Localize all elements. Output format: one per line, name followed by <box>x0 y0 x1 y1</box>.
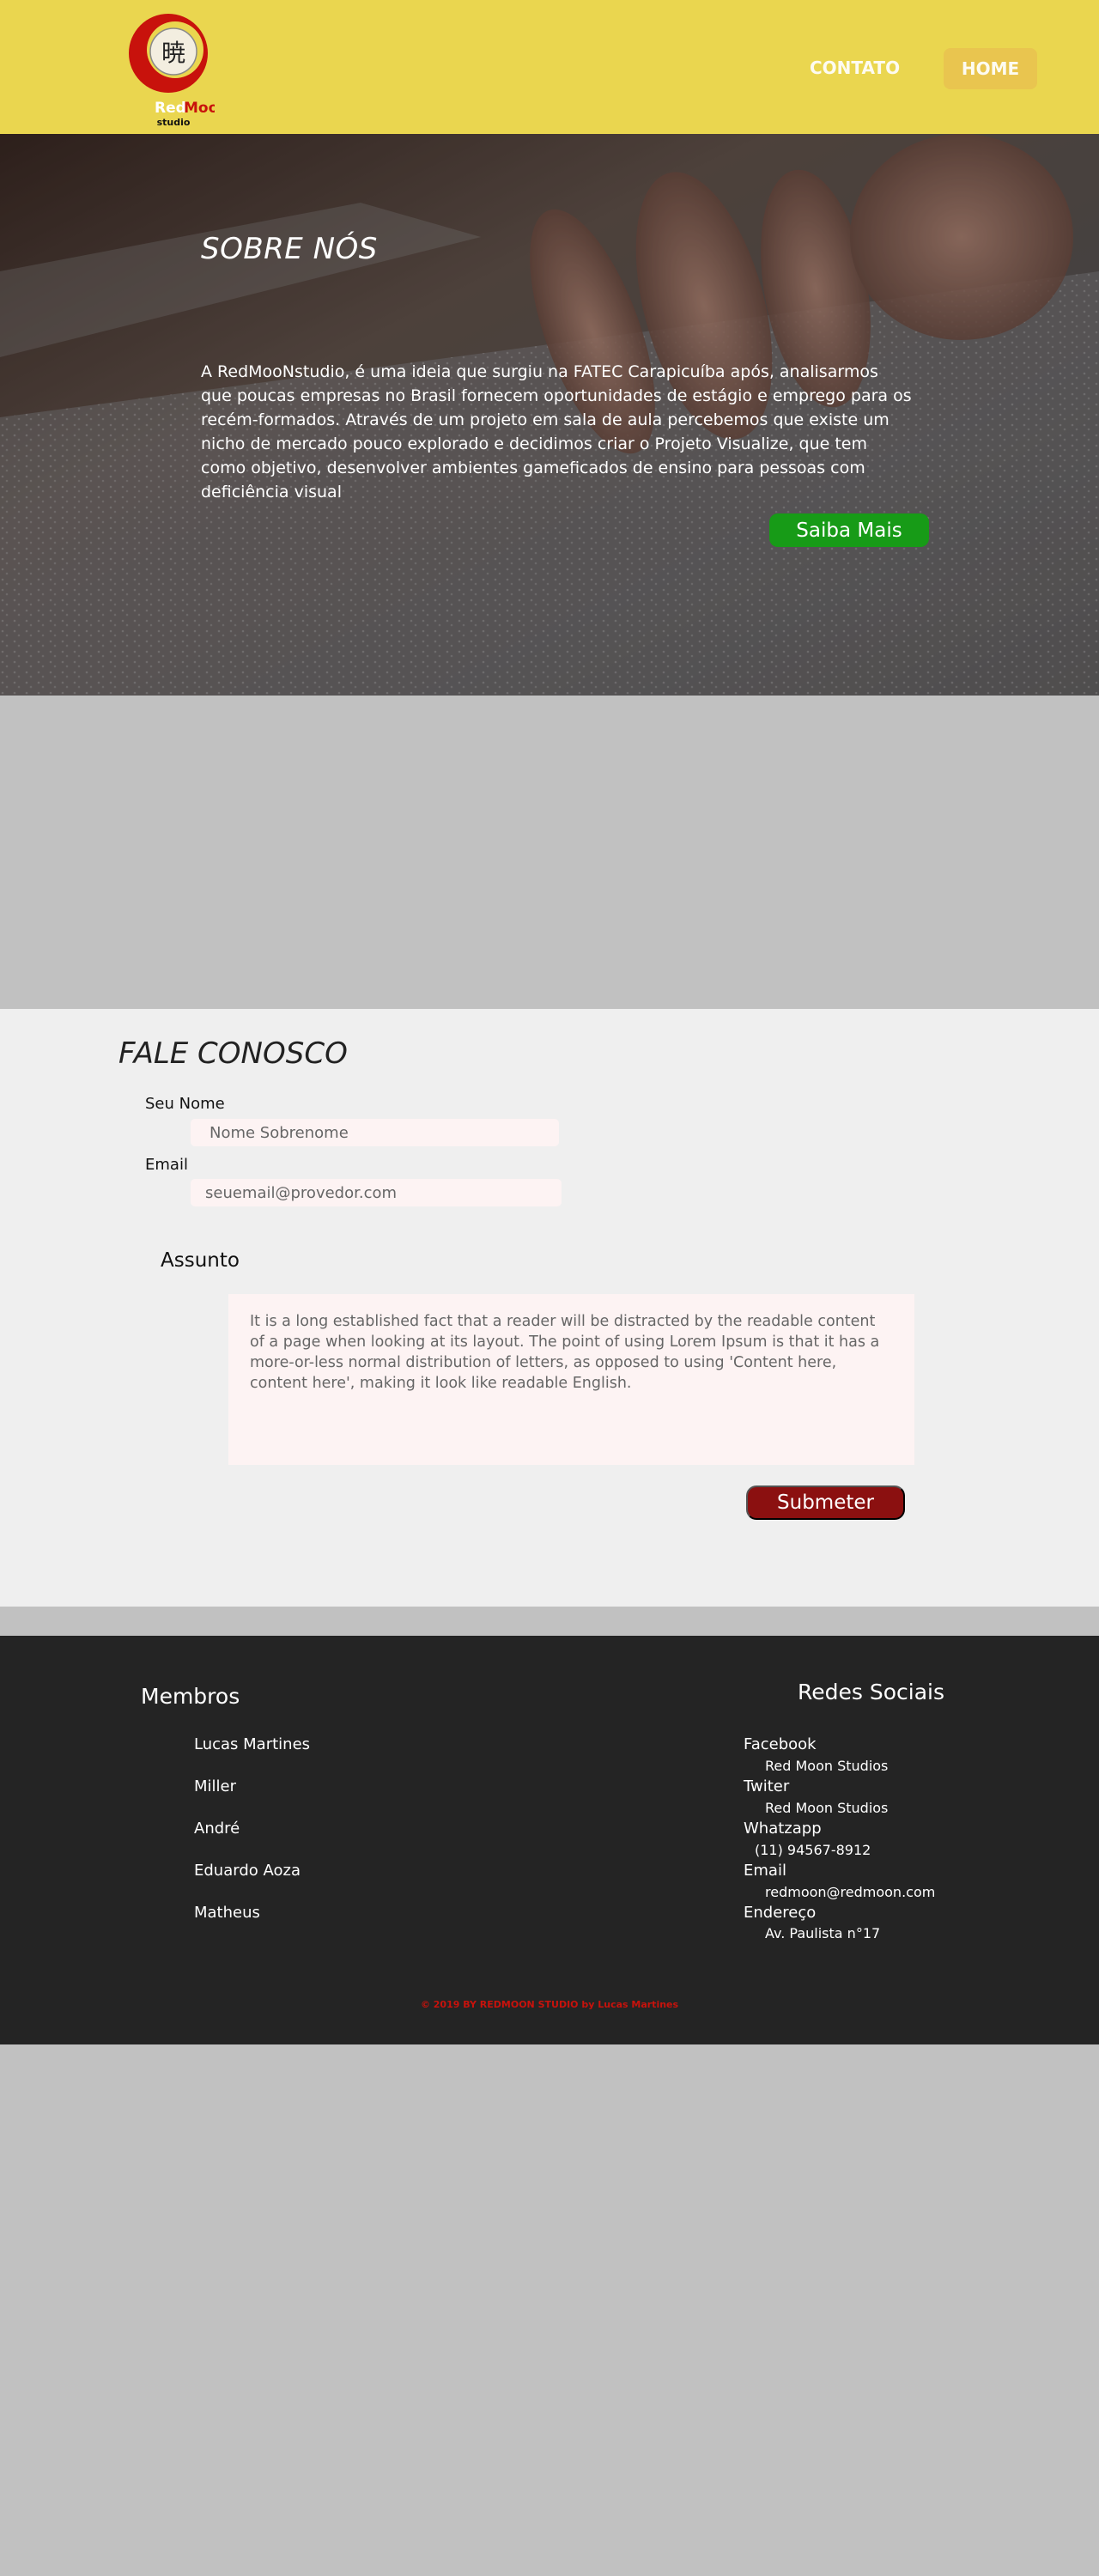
email-label: Email <box>145 1156 188 1174</box>
nav-contato-link[interactable]: CONTATO <box>810 58 900 78</box>
nav-home-button[interactable]: HOME <box>944 48 1037 89</box>
submit-button[interactable]: Submeter <box>746 1485 905 1520</box>
social-email-link[interactable]: redmoon@redmoon.com <box>765 1884 935 1900</box>
social-facebook-label: Facebook <box>744 1735 817 1753</box>
subject-textarea[interactable]: It is a long established fact that a rea… <box>228 1294 914 1465</box>
about-description: A RedMooNstudio, é uma ideia que surgiu … <box>201 362 912 501</box>
logo-brand-red: Red <box>155 100 186 117</box>
logo-glyph: 暁 <box>161 39 185 67</box>
redmoon-logo[interactable]: 暁 Red MooN studio <box>125 9 215 132</box>
subject-label: Assunto <box>161 1249 240 1272</box>
social-twitter-link[interactable]: Red Moon Studios <box>765 1800 888 1816</box>
name-label: Seu Nome <box>145 1095 225 1113</box>
site-footer: Membros Lucas Martines Miller André Edua… <box>0 1636 1099 2044</box>
social-title: Redes Sociais <box>798 1680 944 1704</box>
about-hero: SOBRE NÓS A RedMooNstudio, é uma ideia q… <box>0 134 1099 696</box>
logo-sub: studio <box>157 117 191 128</box>
site-header: 暁 Red MooN studio CONTATO HOME <box>0 0 1099 134</box>
social-whatsapp-value[interactable]: (11) 94567-8912 <box>755 1842 871 1858</box>
contact-section: FALE CONOSCO Seu Nome Nome Sobrenome Ema… <box>0 1009 1099 1607</box>
social-address-value: Av. Paulista n°17 <box>765 1925 881 1941</box>
name-input[interactable]: Nome Sobrenome <box>191 1119 559 1146</box>
about-title: SOBRE NÓS <box>201 232 378 266</box>
social-twitter-label: Twiter <box>744 1777 790 1795</box>
saiba-mais-button[interactable]: Saiba Mais <box>769 513 929 547</box>
logo-brand-moon: MooN <box>184 100 215 117</box>
members-title: Membros <box>141 1684 240 1709</box>
member-item: Matheus <box>194 1904 260 1922</box>
social-address-label: Endereço <box>744 1904 817 1922</box>
member-item: Miller <box>194 1777 237 1795</box>
social-email-label: Email <box>744 1862 786 1880</box>
member-item: Eduardo Aoza <box>194 1862 301 1880</box>
social-facebook-link[interactable]: Red Moon Studios <box>765 1758 888 1774</box>
copyright-text: © 2019 BY REDMOON STUDIO by Lucas Martin… <box>420 1999 679 2010</box>
email-input[interactable]: seuemail@provedor.com <box>191 1179 562 1206</box>
member-item: André <box>194 1820 240 1838</box>
social-whatsapp-label: Whatzapp <box>744 1820 822 1838</box>
member-item: Lucas Martines <box>194 1735 311 1753</box>
contact-title: FALE CONOSCO <box>118 1036 348 1071</box>
